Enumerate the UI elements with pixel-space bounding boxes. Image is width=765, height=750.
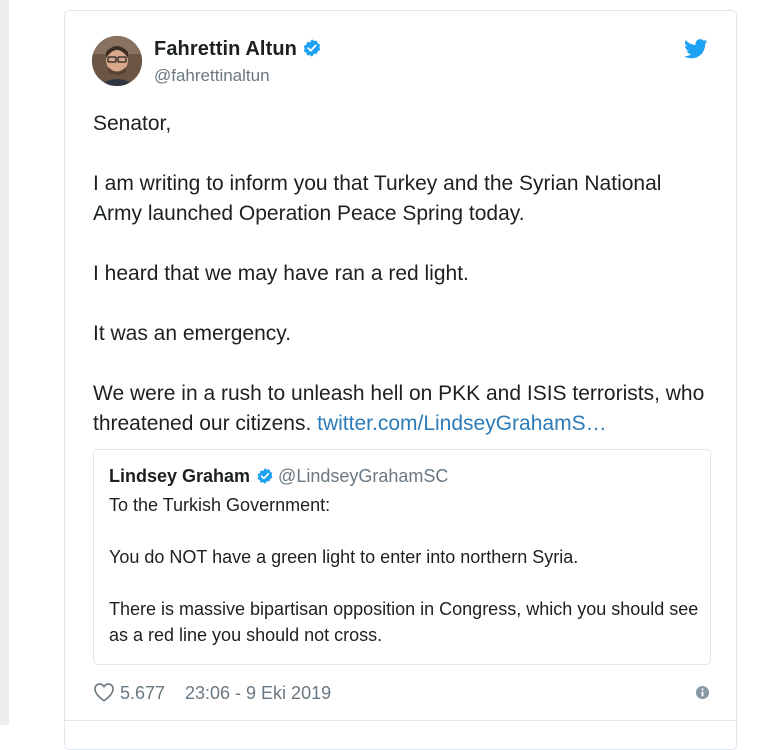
tweet-text: Senator, I am writing to inform you that… — [93, 109, 713, 439]
author-name[interactable]: Fahrettin Altun — [154, 38, 322, 64]
tweet-paragraph: I heard that we may have ran a red light… — [93, 262, 469, 285]
tweet-footer: 5.677 23:06 - 9 Eki 2019 — [93, 681, 710, 707]
quoted-paragraph: There is massive bipartisan opposition i… — [109, 599, 699, 645]
quoted-tweet-text: To the Turkish Government: You do NOT ha… — [109, 492, 704, 648]
twitter-bird-icon[interactable] — [684, 39, 708, 64]
author-handle[interactable]: @fahrettinaltun — [154, 66, 270, 86]
verified-badge-icon — [302, 38, 322, 64]
tweet-paragraph: It was an emergency. — [93, 322, 292, 345]
tweet-paragraph: Senator, — [93, 112, 172, 135]
quoted-paragraph: To the Turkish Government: — [109, 495, 331, 515]
like-count[interactable]: 5.677 — [120, 683, 165, 704]
quoted-tweet[interactable]: Lindsey Graham @LindseyGrahamSC To the Tu… — [93, 449, 711, 665]
author-name-text: Fahrettin Altun — [154, 38, 297, 60]
divider — [65, 720, 736, 721]
tweet-paragraph: I am writing to inform you that Turkey a… — [93, 172, 662, 225]
quoted-tweet-link[interactable]: twitter.com/LindseyGrahamS… — [317, 412, 606, 435]
heart-icon[interactable] — [93, 682, 115, 707]
quoted-tweet-header: Lindsey Graham @LindseyGrahamSC — [109, 466, 448, 490]
quoted-paragraph: You do NOT have a green light to enter i… — [109, 547, 579, 567]
quoted-author-name[interactable]: Lindsey Graham — [109, 466, 250, 486]
tweet-timestamp[interactable]: 23:06 - 9 Eki 2019 — [185, 683, 331, 704]
page-background-strip — [0, 0, 9, 725]
info-icon[interactable] — [695, 684, 710, 705]
tweet-paragraph-last: We were in a rush to unleash hell on PKK… — [93, 379, 713, 439]
avatar[interactable] — [92, 36, 142, 86]
quoted-author-handle[interactable]: @LindseyGrahamSC — [278, 466, 448, 486]
embedded-tweet-card[interactable]: Fahrettin Altun @fahrettinaltun Senator,… — [64, 10, 737, 750]
verified-badge-icon — [256, 467, 274, 490]
